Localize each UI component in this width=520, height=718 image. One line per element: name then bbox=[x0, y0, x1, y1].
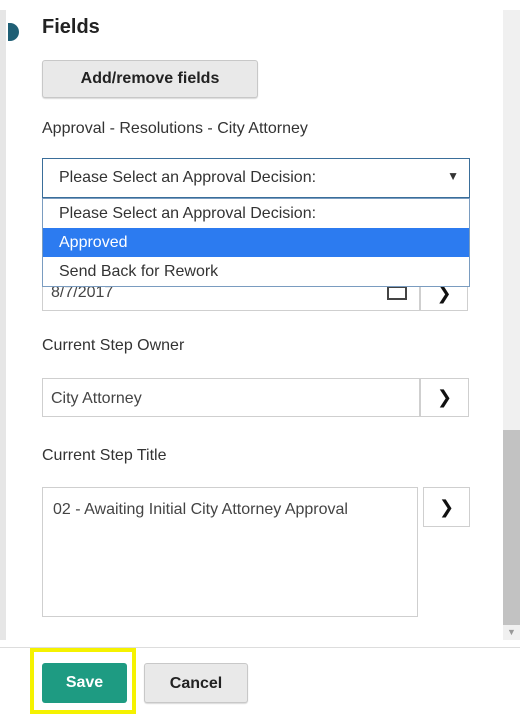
left-border bbox=[0, 10, 6, 640]
step-owner-label: Current Step Owner bbox=[42, 337, 185, 354]
option-send-back[interactable]: Send Back for Rework bbox=[43, 257, 469, 286]
scrollbar-thumb[interactable] bbox=[503, 430, 520, 625]
approval-decision-select[interactable]: Please Select an Approval Decision: ▼ bbox=[42, 158, 470, 198]
chevron-right-icon: ❯ bbox=[438, 497, 455, 517]
approval-options-list: Please Select an Approval Decision: Appr… bbox=[42, 198, 470, 287]
option-approved[interactable]: Approved bbox=[43, 228, 469, 257]
chevron-right-icon: ❯ bbox=[436, 387, 453, 407]
scroll-down-arrow-icon[interactable]: ▼ bbox=[503, 625, 520, 640]
select-value: Please Select an Approval Decision: bbox=[59, 169, 317, 186]
section-marker-icon bbox=[8, 23, 19, 41]
section-heading: Fields bbox=[42, 16, 100, 38]
approval-label: Approval - Resolutions - City Attorney bbox=[42, 120, 308, 137]
step-title-arrow-button[interactable]: ❯ bbox=[423, 487, 470, 527]
cancel-button[interactable]: Cancel bbox=[144, 663, 248, 703]
fields-panel: Fields Add/remove fields Approval - Reso… bbox=[0, 0, 520, 718]
save-highlight-outline bbox=[30, 648, 136, 714]
add-remove-fields-button[interactable]: Add/remove fields bbox=[42, 60, 258, 98]
step-title-label: Current Step Title bbox=[42, 447, 167, 464]
step-owner-arrow-button[interactable]: ❯ bbox=[420, 378, 469, 417]
option-placeholder[interactable]: Please Select an Approval Decision: bbox=[43, 199, 469, 228]
step-owner-field[interactable]: City Attorney bbox=[42, 378, 420, 417]
caret-down-icon: ▼ bbox=[447, 169, 459, 183]
step-title-textarea[interactable]: 02 - Awaiting Initial City Attorney Appr… bbox=[42, 487, 418, 617]
